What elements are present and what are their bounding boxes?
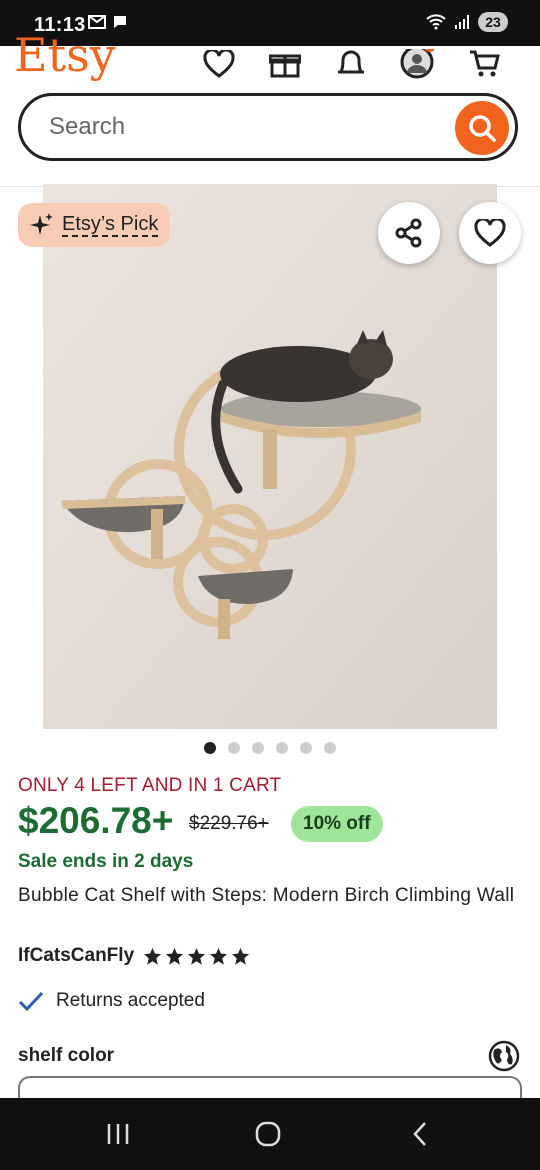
discount-badge: 10% off bbox=[291, 806, 383, 842]
checkmark-icon bbox=[18, 991, 44, 1012]
pager-dot[interactable] bbox=[252, 742, 264, 754]
shop-name-link[interactable]: IfCatsCanFly bbox=[18, 945, 134, 967]
image-pager bbox=[0, 742, 540, 754]
home-icon bbox=[255, 1121, 281, 1147]
star-icon bbox=[144, 947, 162, 965]
home-button[interactable] bbox=[248, 1118, 288, 1150]
sparkle-icon bbox=[30, 213, 53, 235]
pager-dot[interactable] bbox=[228, 742, 240, 754]
heart-icon bbox=[203, 50, 235, 78]
pager-dot[interactable] bbox=[204, 742, 216, 754]
cart-button[interactable] bbox=[468, 50, 502, 78]
etsy-logo[interactable]: Etsy bbox=[14, 32, 116, 78]
share-icon bbox=[395, 218, 422, 248]
back-button[interactable] bbox=[400, 1118, 440, 1150]
system-nav-bar bbox=[0, 1098, 540, 1170]
back-icon bbox=[413, 1122, 426, 1146]
original-price: $229.76+ bbox=[189, 813, 269, 834]
star-icon bbox=[188, 947, 206, 965]
pager-dot[interactable] bbox=[300, 742, 312, 754]
share-button[interactable] bbox=[378, 202, 440, 264]
favorites-button[interactable] bbox=[202, 50, 236, 78]
account-icon bbox=[400, 49, 434, 79]
etsys-pick-badge[interactable]: Etsy’s Pick bbox=[18, 203, 171, 247]
pager-dot[interactable] bbox=[276, 742, 288, 754]
notifications-button[interactable] bbox=[334, 50, 368, 78]
signal-icon bbox=[455, 15, 469, 29]
shop-row: IfCatsCanFly bbox=[18, 945, 250, 967]
cart-icon bbox=[470, 50, 500, 77]
stock-notice: ONLY 4 LEFT AND IN 1 CART bbox=[18, 775, 282, 796]
rating-stars[interactable] bbox=[143, 947, 250, 966]
wifi-icon bbox=[426, 14, 446, 30]
product-image[interactable] bbox=[43, 184, 497, 729]
star-icon bbox=[166, 947, 184, 965]
app-header: Etsy bbox=[0, 32, 540, 187]
gift-button[interactable] bbox=[268, 50, 302, 78]
bell-icon bbox=[338, 50, 364, 74]
star-icon bbox=[210, 947, 228, 965]
search-icon bbox=[469, 115, 496, 142]
cat-shelf-photo bbox=[43, 184, 497, 729]
globe-icon[interactable] bbox=[488, 1040, 520, 1072]
sale-ends-text: Sale ends in 2 days bbox=[18, 851, 194, 872]
star-icon bbox=[232, 947, 250, 965]
pager-dot[interactable] bbox=[324, 742, 336, 754]
sale-price: $206.78+ bbox=[18, 800, 174, 841]
variation-label: shelf color bbox=[18, 1045, 115, 1066]
etsys-pick-label: Etsy’s Pick bbox=[62, 213, 159, 237]
returns-row: Returns accepted bbox=[18, 990, 205, 1012]
favorite-button[interactable] bbox=[459, 202, 521, 264]
recent-apps-icon bbox=[107, 1124, 129, 1144]
gmail-icon bbox=[88, 15, 106, 29]
search-input[interactable] bbox=[47, 106, 441, 148]
returns-text: Returns accepted bbox=[56, 990, 205, 1011]
listing-title: Bubble Cat Shelf with Steps: Modern Birc… bbox=[18, 885, 515, 906]
search-bar bbox=[18, 93, 518, 161]
recent-apps-button[interactable] bbox=[98, 1118, 138, 1150]
heart-icon bbox=[474, 219, 506, 247]
gift-icon bbox=[269, 54, 301, 78]
search-button[interactable] bbox=[455, 101, 509, 155]
account-button[interactable] bbox=[400, 49, 434, 79]
battery-indicator: 23 bbox=[478, 12, 508, 32]
